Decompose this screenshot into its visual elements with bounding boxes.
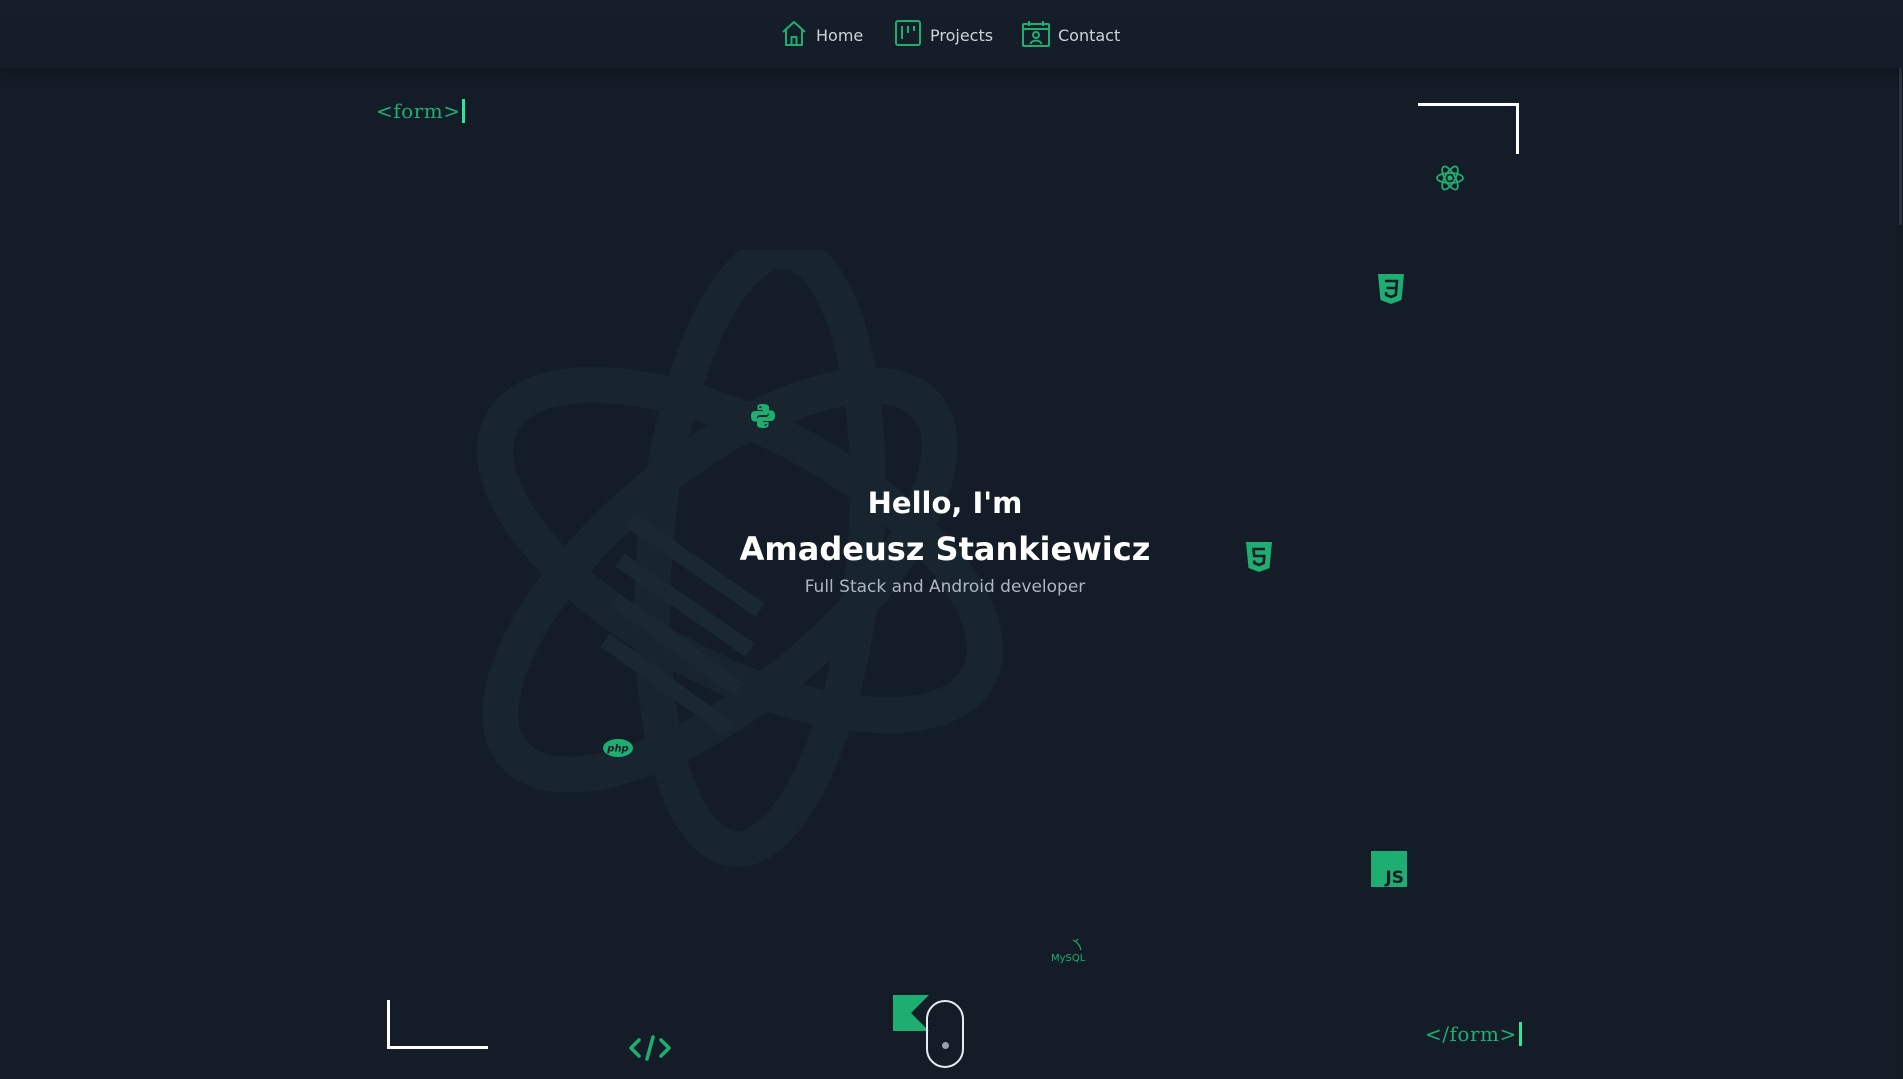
nav-item-home[interactable]: Home <box>779 20 863 50</box>
form-close-tag-text: </form> <box>1425 1022 1517 1046</box>
page: Home Projects Contact <form> </form> Hel… <box>0 0 1903 1079</box>
hero-name: Amadeusz Stankiewicz <box>739 530 1151 568</box>
kotlin-icon <box>893 995 929 1031</box>
mysql-icon-label: MySQL <box>1051 953 1086 964</box>
javascript-icon-label: JS <box>1384 868 1404 887</box>
scroll-down-indicator[interactable] <box>926 1000 964 1068</box>
html5-icon <box>1246 542 1272 572</box>
nav-label-projects: Projects <box>930 25 994 45</box>
php-icon: php <box>603 739 633 757</box>
form-open-tag-text: <form> <box>376 99 461 123</box>
hero-role: Full Stack and Android developer <box>804 577 1086 597</box>
react-icon <box>1436 165 1464 191</box>
hero-greeting: Hello, I'm <box>867 486 1023 520</box>
hero: Hello, I'm Amadeusz Stankiewicz Full Sta… <box>700 485 1190 599</box>
typing-caret <box>462 99 466 123</box>
python-icon <box>751 404 775 428</box>
nav-label-contact: Contact <box>1058 25 1121 45</box>
form-close-tag: </form> <box>1425 1022 1522 1046</box>
corner-bracket-top-right <box>1418 103 1519 154</box>
kanban-icon <box>893 18 923 52</box>
mysql-icon: MySQL <box>1051 938 1086 964</box>
top-navigation: Home Projects Contact <box>0 0 1903 68</box>
code-icon <box>629 1035 671 1061</box>
nav-item-contact[interactable]: Contact <box>1021 20 1120 50</box>
typing-caret <box>1518 1022 1522 1046</box>
scrollbar[interactable] <box>1897 0 1903 1079</box>
form-open-tag: <form> <box>376 99 466 123</box>
scroll-wheel-dot <box>942 1042 949 1049</box>
javascript-icon: JS <box>1371 851 1407 887</box>
php-icon-label: php <box>606 744 628 755</box>
css3-icon <box>1378 274 1404 304</box>
home-icon <box>779 18 809 52</box>
nav-item-projects[interactable]: Projects <box>893 20 993 50</box>
corner-bracket-bottom-left <box>387 1000 488 1049</box>
contact-card-icon <box>1021 18 1051 52</box>
nav-label-home: Home <box>816 25 864 45</box>
